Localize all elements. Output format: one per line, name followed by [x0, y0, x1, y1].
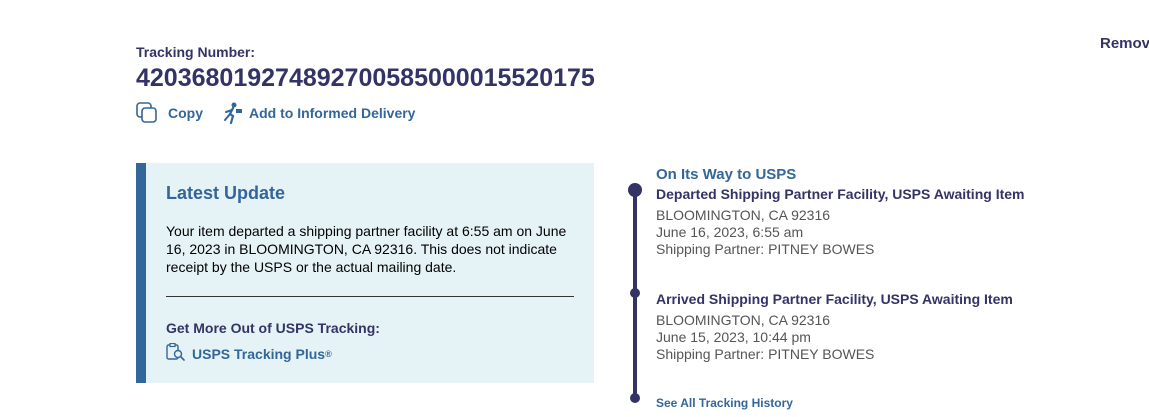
- timeline-dot: [630, 393, 640, 403]
- event-datetime: June 16, 2023, 6:55 am: [656, 224, 804, 240]
- event-title: Arrived Shipping Partner Facility, USPS …: [656, 291, 1013, 307]
- copy-label: Copy: [168, 105, 203, 121]
- latest-update-title: Latest Update: [166, 183, 286, 203]
- panel-accent-bar: [136, 163, 146, 383]
- get-more-heading: Get More Out of USPS Tracking:: [166, 320, 380, 336]
- timeline-dot-current: [628, 183, 642, 197]
- informed-delivery-label: Add to Informed Delivery: [249, 105, 416, 121]
- tracking-actions: Copy Add to Informed Delivery: [136, 102, 415, 124]
- timeline-dot: [630, 288, 640, 298]
- panel-divider: [166, 296, 574, 297]
- timeline-status: On Its Way to USPS: [656, 166, 797, 183]
- tracking-number: 420368019274892700585000015520175: [136, 64, 595, 92]
- add-informed-delivery-button[interactable]: Add to Informed Delivery: [223, 102, 415, 124]
- event-location: BLOOMINGTON, CA 92316: [656, 207, 831, 223]
- event-datetime: June 15, 2023, 10:44 pm: [656, 329, 811, 345]
- copy-button[interactable]: Copy: [136, 102, 203, 124]
- registered-mark: ®: [325, 348, 332, 359]
- tracking-plus-icon: [166, 342, 192, 364]
- event-title: Departed Shipping Partner Facility, USPS…: [656, 186, 1025, 202]
- event-location: BLOOMINGTON, CA 92316: [656, 312, 831, 328]
- informed-delivery-icon: [223, 102, 243, 124]
- timeline-event: Arrived Shipping Partner Facility, USPS …: [656, 291, 1013, 363]
- see-all-tracking-history-link[interactable]: See All Tracking History: [656, 396, 793, 410]
- tracking-number-label: Tracking Number:: [136, 44, 256, 60]
- copy-icon: [136, 102, 158, 124]
- event-partner: Shipping Partner: PITNEY BOWES: [656, 241, 875, 257]
- remove-link[interactable]: Remov: [1100, 35, 1149, 52]
- tracking-plus-label: USPS Tracking Plus: [192, 345, 326, 362]
- latest-update-panel: Latest Update Your item departed a shipp…: [136, 163, 594, 383]
- tracking-plus-link[interactable]: USPS Tracking Plus ®: [166, 342, 332, 364]
- event-partner: Shipping Partner: PITNEY BOWES: [656, 346, 875, 362]
- timeline-event: Departed Shipping Partner Facility, USPS…: [656, 186, 1024, 258]
- latest-update-message: Your item departed a shipping partner fa…: [166, 223, 567, 275]
